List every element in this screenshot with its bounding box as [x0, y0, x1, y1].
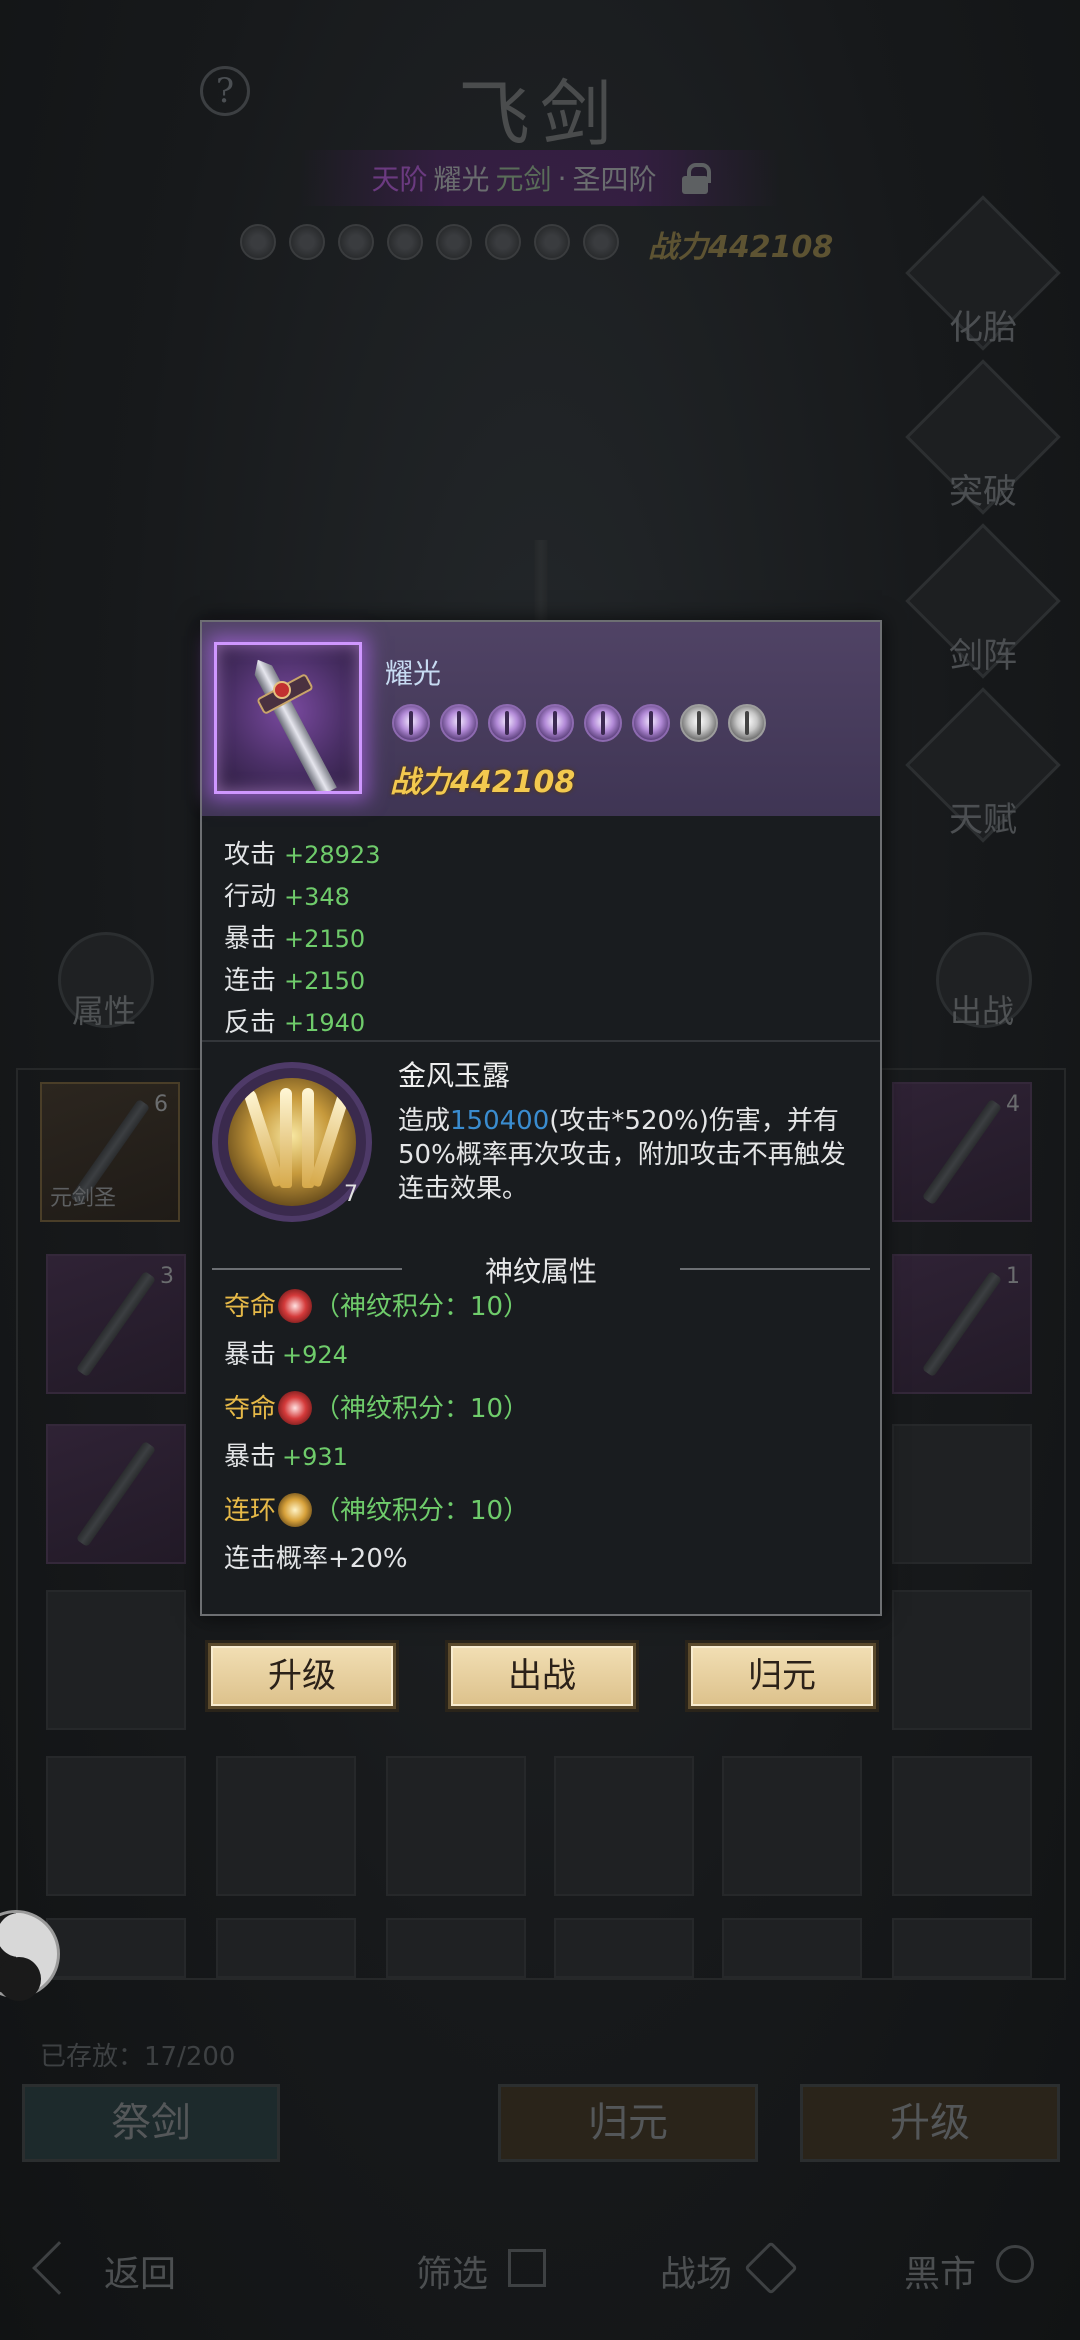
rune-stat: 暴击 +924 — [224, 1340, 348, 1370]
popup-return-button[interactable]: 归元 — [685, 1640, 879, 1712]
nav-back[interactable]: 返回 — [104, 2245, 176, 2297]
item-power: 战力442108 — [390, 765, 576, 800]
slot-count: 1 — [1006, 1264, 1020, 1289]
star-icon — [728, 704, 766, 742]
inventory-slot[interactable] — [386, 1918, 526, 1978]
star-icon — [536, 704, 574, 742]
skill-name: 金风玉露 — [398, 1059, 511, 1092]
star-icon — [289, 224, 325, 260]
star-icon — [632, 704, 670, 742]
skill-level: 7 — [344, 1182, 358, 1207]
star-icon — [680, 704, 718, 742]
item-detail-popup: 耀光 战力442108 攻击 +28923 行动 +348 暴击 +2150 连击 +2… — [200, 620, 882, 1616]
item-name: 耀光 — [385, 657, 442, 690]
inventory-slot[interactable] — [46, 1424, 186, 1564]
star-icon — [485, 224, 521, 260]
star-icon — [338, 224, 374, 260]
rank-class: 元剑 — [495, 163, 552, 196]
star-icon — [240, 224, 276, 260]
attributes-label[interactable]: 属性 — [72, 986, 136, 1032]
nav-battle[interactable]: 战场 — [660, 2245, 732, 2297]
inventory-slot[interactable] — [722, 1756, 862, 1896]
side-label-tianfu[interactable]: 天赋 — [928, 792, 1038, 841]
star-rating — [392, 704, 766, 742]
upgrade-button[interactable]: 升级 — [800, 2084, 1060, 2162]
divider — [680, 1268, 870, 1270]
stat-row: 暴击 +2150 — [224, 924, 366, 954]
star-icon — [392, 704, 430, 742]
deploy-side-label[interactable]: 出战 — [950, 986, 1014, 1032]
star-icon — [436, 224, 472, 260]
return-button[interactable]: 归元 — [498, 2084, 758, 2162]
storage-count: 已存放：17/200 — [40, 2042, 236, 2072]
slot-count: 4 — [1006, 1092, 1020, 1117]
rank-bar: 天阶 耀光 元剑 · 圣四阶 — [300, 150, 780, 206]
rank-sep: · — [557, 161, 567, 195]
page-title: 飞剑 — [457, 72, 622, 156]
skill-description: 造成150400(攻击*520%)伤害，并有50%概率再次攻击，附加攻击不再触发… — [398, 1106, 846, 1204]
side-label-tupo[interactable]: 突破 — [928, 464, 1038, 513]
inventory-slot[interactable] — [892, 1424, 1032, 1564]
inventory-slot[interactable] — [216, 1918, 356, 1978]
rank-tier: 天阶 — [371, 163, 428, 196]
slot-count: 3 — [160, 1264, 174, 1289]
inventory-slot[interactable]: 6 元剑圣 — [40, 1082, 180, 1222]
nav-market[interactable]: 黑市 — [904, 2245, 976, 2297]
stat-list: 攻击 +28923 行动 +348 暴击 +2150 连击 +2150 反击 +1940 — [224, 834, 380, 1044]
rank-stage: 圣四阶 — [572, 163, 657, 196]
inventory-slot[interactable]: 1 — [892, 1254, 1032, 1394]
stat-row: 攻击 +28923 — [224, 840, 381, 870]
sword-icon — [214, 642, 362, 794]
header-power: 战力442108 — [648, 230, 834, 265]
rank-name: 耀光 — [433, 163, 490, 196]
bottom-nav: 返回 筛选 战场 黑市 — [0, 2235, 1080, 2315]
stat-row: 反击 +1940 — [224, 1008, 366, 1038]
star-icon — [488, 704, 526, 742]
popup-upgrade-button[interactable]: 升级 — [205, 1640, 399, 1712]
star-icon — [440, 704, 478, 742]
rune-row: 夺命 （神纹积分：10） — [224, 1388, 529, 1427]
side-label-jianzhen[interactable]: 剑阵 — [928, 628, 1038, 677]
lock-icon[interactable] — [682, 163, 712, 194]
star-icon — [387, 224, 423, 260]
rune-red-icon — [278, 1390, 313, 1425]
filter-icon[interactable] — [508, 2249, 546, 2287]
inventory-slot[interactable] — [892, 1590, 1032, 1730]
divider — [202, 1040, 880, 1042]
inventory-slot[interactable]: 4 — [892, 1082, 1032, 1222]
side-label-huatai[interactable]: 化胎 — [928, 300, 1038, 349]
inventory-slot[interactable] — [46, 1918, 186, 1978]
market-icon[interactable] — [996, 2245, 1034, 2283]
rune-gold-icon — [278, 1492, 313, 1527]
nav-filter[interactable]: 筛选 — [416, 2245, 488, 2297]
inventory-slot[interactable] — [722, 1918, 862, 1978]
inventory-slot[interactable] — [46, 1590, 186, 1730]
inventory-slot[interactable] — [892, 1756, 1032, 1896]
star-icon — [583, 224, 619, 260]
inventory-slot[interactable] — [554, 1918, 694, 1978]
inventory-slot[interactable] — [554, 1756, 694, 1896]
stat-row: 行动 +348 — [224, 882, 350, 912]
rune-stat: 连击概率+20% — [224, 1544, 408, 1574]
inventory-slot[interactable] — [892, 1918, 1032, 1978]
inventory-slot[interactable] — [46, 1756, 186, 1896]
slot-count: 6 — [154, 1092, 168, 1117]
rune-stat: 暴击 +931 — [224, 1442, 348, 1472]
stat-row: 连击 +2150 — [224, 966, 366, 996]
inventory-slot[interactable] — [216, 1756, 356, 1896]
background-stars — [240, 224, 619, 260]
popup-deploy-button[interactable]: 出战 — [445, 1640, 639, 1712]
rune-red-icon — [278, 1288, 313, 1323]
back-arrow-icon[interactable] — [32, 2241, 86, 2295]
slot-tag: 元剑圣 — [50, 1186, 117, 1211]
inventory-slot[interactable]: 3 — [46, 1254, 186, 1394]
rune-row: 夺命 （神纹积分：10） — [224, 1286, 529, 1325]
inventory-slot[interactable] — [386, 1756, 526, 1896]
rune-row: 连环 （神纹积分：10） — [224, 1490, 529, 1529]
crossed-swords-icon[interactable] — [744, 2241, 798, 2295]
star-icon — [584, 704, 622, 742]
sacrifice-button[interactable]: 祭剑 — [22, 2084, 280, 2162]
rune-section-title: 神纹属性 — [484, 1255, 597, 1288]
star-icon — [534, 224, 570, 260]
